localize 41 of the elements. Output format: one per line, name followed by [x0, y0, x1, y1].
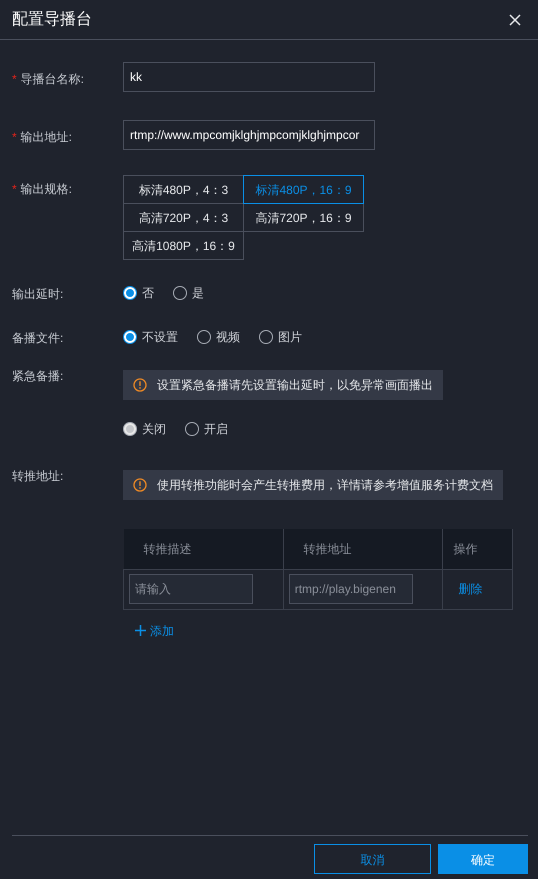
radio-label[interactable]: 是	[192, 284, 204, 302]
address-input[interactable]: rtmp://www.mpcomjklghjmpcomjklghjmpcor	[123, 120, 375, 150]
radio-button[interactable]	[197, 330, 211, 344]
warning-icon	[133, 378, 147, 392]
radio-label[interactable]: 不设置	[142, 328, 178, 346]
column-header: 转推描述	[124, 529, 284, 569]
warning-icon	[133, 478, 147, 492]
radio-label[interactable]: 图片	[278, 328, 302, 346]
plus-icon	[135, 625, 146, 636]
add-link[interactable]: 添加	[135, 622, 174, 640]
name-input[interactable]: kk	[123, 62, 375, 92]
field-label: 输出规格:	[20, 182, 72, 196]
description-input[interactable]: 请输入	[129, 574, 253, 604]
radio-button[interactable]	[173, 286, 187, 300]
close-icon[interactable]	[508, 12, 522, 26]
dialog-title: 配置导播台	[12, 10, 92, 30]
required-mark: *	[12, 182, 17, 196]
field-label: 紧急备播:	[12, 369, 64, 383]
column-header: 转推地址	[283, 529, 443, 569]
notice-text: 使用转推功能时会产生转推费用，详情请参考增值服务计费文档	[157, 477, 493, 494]
radio-button[interactable]	[123, 286, 137, 300]
delete-link[interactable]: 删除	[458, 580, 482, 598]
field-label: 备播文件:	[12, 331, 64, 345]
radio-button[interactable]	[259, 330, 273, 344]
address-input[interactable]: rtmp://play.bigenen	[288, 574, 413, 604]
spec-option[interactable]: 标清480P，4：3	[123, 175, 244, 204]
required-mark: *	[12, 130, 17, 144]
field-label: 输出地址:	[20, 130, 72, 144]
required-mark: *	[12, 72, 17, 86]
field-label: 导播台名称:	[20, 72, 84, 86]
spec-option[interactable]: 高清720P，16：9	[243, 203, 364, 232]
notice-text: 设置紧急备播请先设置输出延时，以免异常画面播出	[157, 377, 433, 394]
field-label: 输出延时:	[12, 287, 64, 301]
radio-label[interactable]: 视频	[216, 328, 240, 346]
spec-option[interactable]: 高清1080P，16：9	[123, 231, 244, 260]
radio-label[interactable]: 否	[142, 284, 154, 302]
field-label: 转推地址:	[12, 469, 64, 483]
cancel-button[interactable]: 取消	[314, 844, 431, 874]
spec-option[interactable]: 标清480P，16：9	[243, 175, 364, 204]
column-header: 操作	[442, 529, 512, 569]
radio-button[interactable]	[123, 330, 137, 344]
